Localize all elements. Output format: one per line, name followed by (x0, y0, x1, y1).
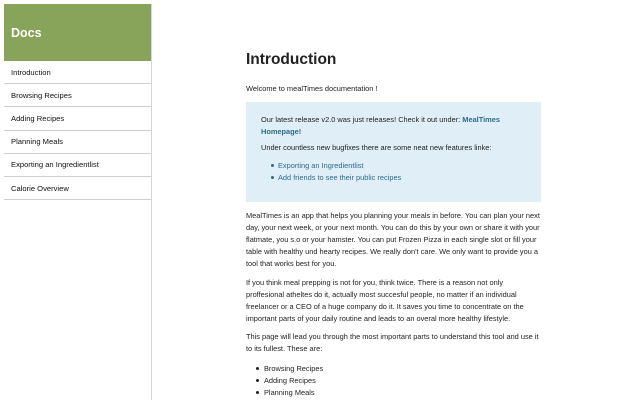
sidebar-title: Docs (4, 4, 151, 61)
release-callout: Our latest release v2.0 was just release… (246, 102, 541, 202)
sidebar: Docs Introduction Browsing Recipes Addin… (4, 4, 152, 400)
feature-link-friends[interactable]: Add friends to see their public recipes (278, 173, 401, 182)
guide-paragraph: This page will lead you through the most… (246, 332, 539, 353)
list-item: Planning Meals (256, 387, 323, 399)
release-text: Our latest release v2.0 was just release… (261, 115, 463, 124)
features-intro: Under countless new bugfixes there are s… (261, 143, 492, 152)
sidebar-item-exporting-ingredientlist[interactable]: Exporting an Ingredientlist (4, 154, 151, 177)
sidebar-item-browsing-recipes[interactable]: Browsing Recipes (4, 84, 151, 108)
sidebar-item-adding-recipes[interactable]: Adding Recipes (4, 107, 151, 131)
list-item: Browsing Recipes (256, 363, 323, 375)
sidebar-nav: Introduction Browsing Recipes Adding Rec… (4, 61, 151, 201)
meal-prep-paragraph: If you think meal prepping is not for yo… (246, 278, 524, 323)
feature-link-export[interactable]: Exporting an Ingredientlist (278, 161, 363, 170)
list-item: Add friends to see their public recipes (271, 172, 527, 184)
intro-paragraph: MealTimes is an app that helps you plann… (246, 211, 540, 268)
feature-list: Exporting an Ingredientlist Add friends … (261, 160, 527, 184)
sidebar-item-introduction[interactable]: Introduction (4, 61, 151, 85)
list-item: Exporting an Ingredientlist (271, 160, 527, 172)
release-text-line: Our latest release v2.0 was just release… (261, 114, 527, 138)
docs-page: Docs Introduction Browsing Recipes Addin… (0, 0, 640, 400)
list-item: Adding Recipes (256, 375, 323, 387)
welcome-text: Welcome to mealTimes documentation ! (246, 84, 378, 93)
parts-list: Browsing Recipes Adding Recipes Planning… (256, 363, 323, 399)
sidebar-item-planning-meals[interactable]: Planning Meals (4, 131, 151, 154)
page-title: Introduction (246, 51, 337, 68)
sidebar-item-calorie-overview[interactable]: Calorie Overview (4, 177, 151, 201)
